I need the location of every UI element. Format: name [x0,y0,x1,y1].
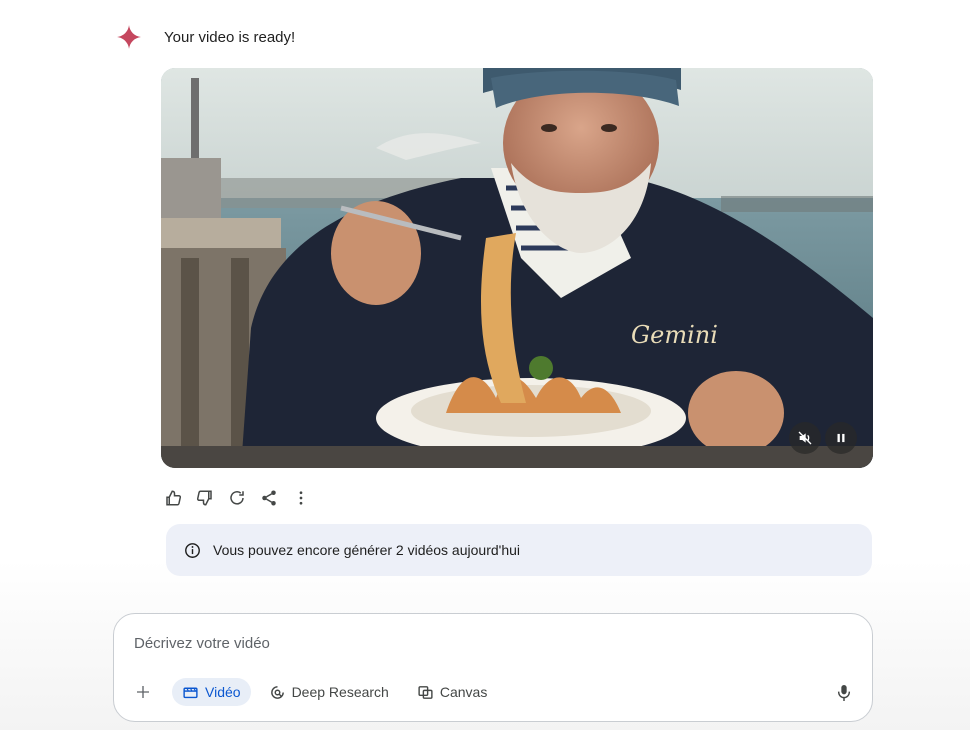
video-frame: Gemini [161,68,873,468]
pause-icon [837,433,845,443]
tool-canvas-chip[interactable]: Canvas [407,678,497,706]
plus-icon [137,686,149,698]
quota-notice: Vous pouvez encore générer 2 vidéos aujo… [166,524,872,576]
tool-video-chip[interactable]: Vidéo [172,678,251,706]
add-button[interactable] [130,678,156,706]
tool-video-label: Vidéo [205,684,241,700]
tool-deep-research-label: Deep Research [291,684,389,700]
share-icon [262,490,276,506]
regenerate-button[interactable] [227,488,247,508]
prompt-input[interactable]: Décrivez votre vidéo [134,635,270,652]
more-options-button[interactable] [291,488,311,508]
pause-button[interactable] [825,422,857,454]
canvas-icon [418,685,433,699]
response-actions [163,488,311,508]
video-icon [183,687,198,698]
prompt-composer: Décrivez votre vidéo Vidéo Deep Research [113,613,873,722]
tool-canvas-label: Canvas [439,684,488,700]
info-icon [185,542,200,558]
quota-notice-text: Vous pouvez encore générer 2 vidéos aujo… [213,542,520,558]
composer-tools: Vidéo Deep Research Canvas [130,678,497,706]
thumbs-up-button[interactable] [163,488,183,508]
mute-button[interactable] [789,422,821,454]
microphone-button[interactable] [834,682,854,704]
more-vert-icon [299,491,303,505]
sweater-text: Gemini [631,321,718,349]
gemini-sparkle-icon [117,25,141,49]
generated-video[interactable]: Gemini [161,68,873,468]
thumbs-up-icon [166,490,182,506]
regenerate-icon [230,491,244,505]
thumbs-down-icon [196,490,212,506]
response-title: Your video is ready! [164,28,296,46]
share-button[interactable] [259,488,279,508]
tool-deep-research-chip[interactable]: Deep Research [259,678,399,706]
thumbs-down-button[interactable] [195,488,215,508]
response-header: Your video is ready! [116,24,295,50]
deep-research-icon [270,685,284,699]
microphone-icon [837,685,851,701]
volume-off-icon [798,431,812,445]
